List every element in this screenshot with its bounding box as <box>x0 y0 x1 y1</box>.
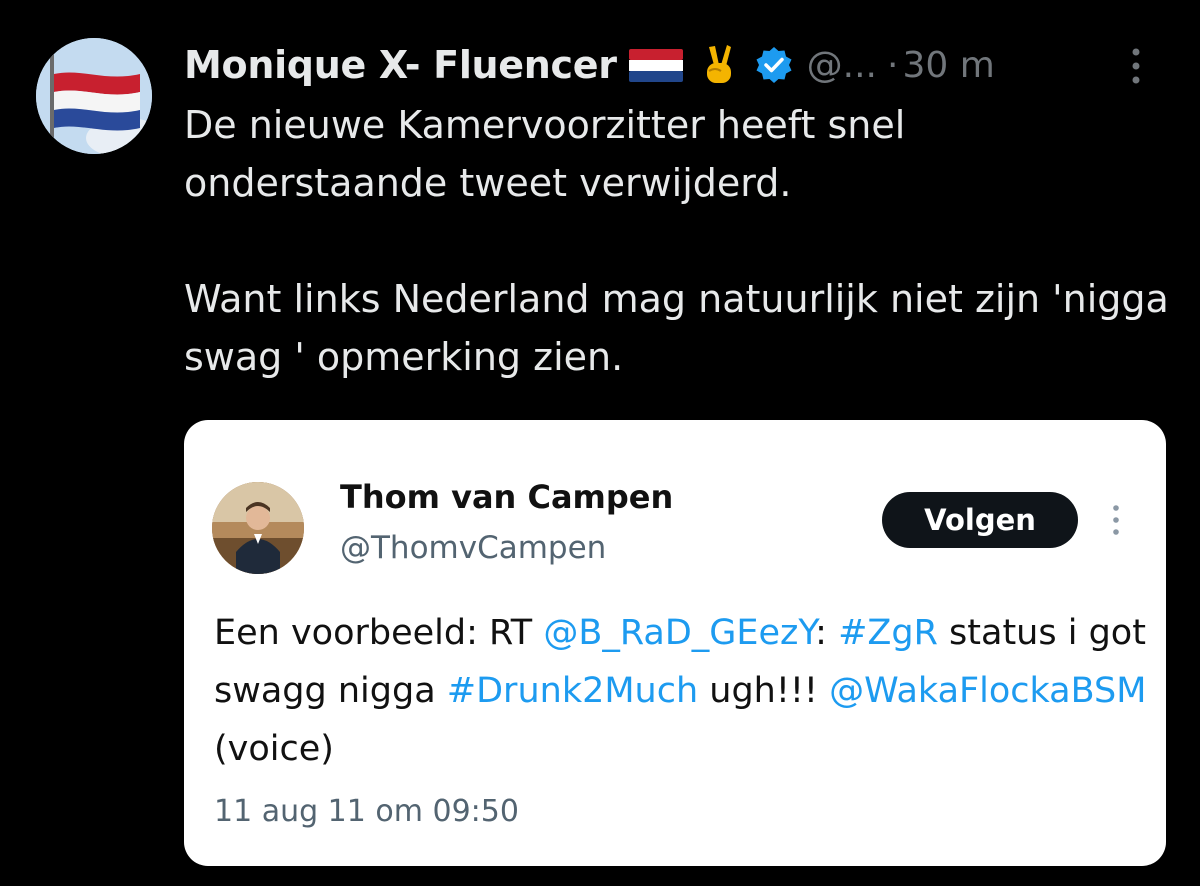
tweet-paragraph-2: Want links Nederland mag natuurlijk niet… <box>184 277 1169 379</box>
quoted-text-segment: ugh!!! <box>698 671 830 711</box>
separator-dot: · <box>887 44 899 86</box>
victory-hand-icon <box>699 43 739 87</box>
verified-badge-icon[interactable] <box>755 46 793 84</box>
quoted-author-name[interactable]: Thom van Campen <box>340 478 673 516</box>
tweet-header: Monique X- Fluencer @... · 30 m <box>184 38 1164 92</box>
hashtag-link[interactable]: #ZgR <box>838 613 938 653</box>
quoted-tweet-body: Een voorbeeld: RT @B_RaD_GEezY: #ZgR sta… <box>214 604 1154 778</box>
tweet-paragraph-1: De nieuwe Kamervoorzitter heeft snel ond… <box>184 103 906 205</box>
quoted-author-avatar[interactable] <box>212 482 304 574</box>
quoted-author-handle[interactable]: @ThomvCampen <box>340 530 606 566</box>
quoted-more-options-icon[interactable] <box>1108 502 1124 538</box>
mention-link[interactable]: @WakaFlockaBSM <box>829 671 1146 711</box>
quoted-text-segment: (voice) <box>214 729 334 769</box>
tweet-time[interactable]: 30 m <box>902 45 994 86</box>
hashtag-link[interactable]: #Drunk2Much <box>447 671 698 711</box>
quoted-text-segment: Een voorbeeld: RT <box>214 613 544 653</box>
author-display-name[interactable]: Monique X- Fluencer <box>184 43 617 87</box>
quoted-tweet-card[interactable]: Thom van Campen @ThomvCampen Volgen Een … <box>184 420 1166 866</box>
follow-button[interactable]: Volgen <box>882 492 1078 548</box>
netherlands-flag-icon <box>628 47 683 83</box>
mention-link[interactable]: @B_RaD_GEezY <box>543 613 815 653</box>
author-avatar[interactable] <box>36 38 152 154</box>
author-handle[interactable]: @... <box>807 45 877 86</box>
quoted-tweet-date[interactable]: 11 aug 11 om 09:50 <box>214 794 519 829</box>
tweet-text: De nieuwe Kamervoorzitter heeft snel ond… <box>184 96 1174 386</box>
dutch-flag-image <box>36 38 152 154</box>
quoted-text-segment: : <box>815 613 839 653</box>
more-options-icon[interactable] <box>1124 44 1148 88</box>
